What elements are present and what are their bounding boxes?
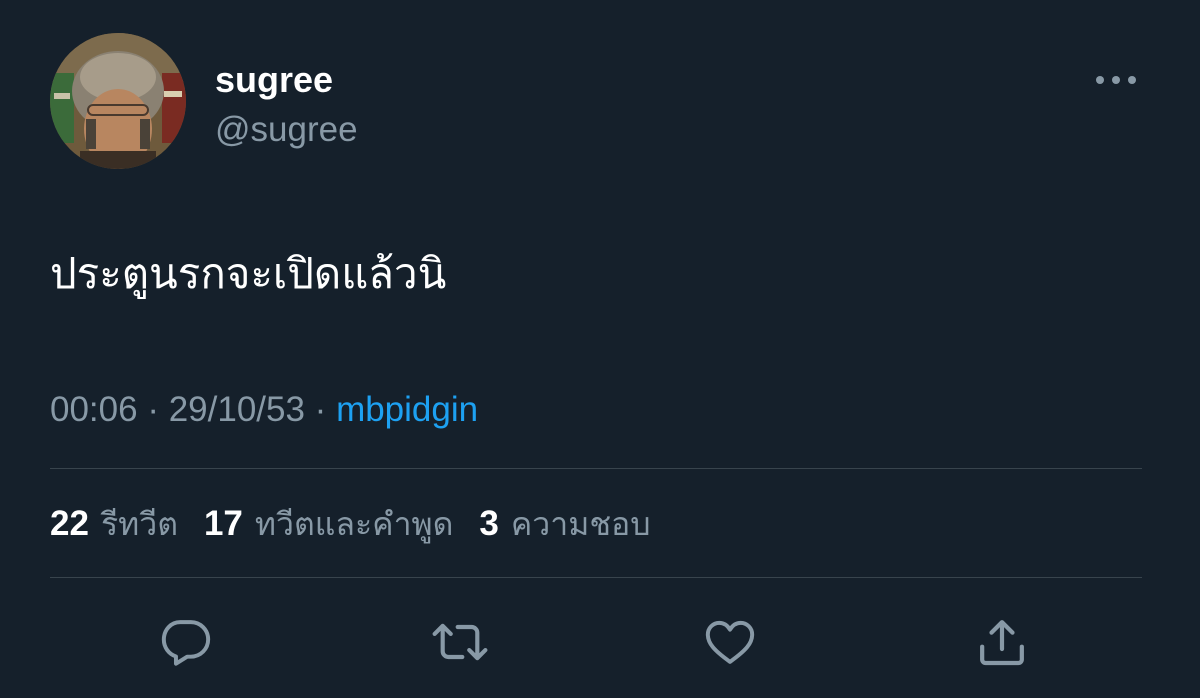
tweet-stats: 22 รีทวีต 17 ทวีตและคำพูด 3 ความชอบ — [50, 500, 651, 548]
retweets-count: 22 — [50, 504, 89, 543]
quotes-count: 17 — [203, 504, 243, 543]
like-button[interactable] — [698, 610, 762, 674]
like-icon — [705, 620, 755, 664]
likes-count: 3 — [479, 504, 499, 543]
more-button[interactable] — [1088, 62, 1144, 98]
meta-separator: · — [304, 390, 337, 429]
tweet-text: ประตูนรกจะเปิดแล้วนิ — [50, 249, 447, 298]
avatar[interactable] — [50, 33, 186, 169]
meta-separator: · — [137, 390, 169, 429]
share-button[interactable] — [970, 610, 1034, 674]
tweet-date: 29/10/53 — [168, 390, 305, 429]
tweet-meta: 00:06 · 29/10/53 · mbpidgin — [50, 386, 478, 434]
tweet-detail: sugree @sugree ประตูนรกจะเปิดแล้วนิ 00:0… — [0, 0, 1200, 698]
retweets-label: รีทวีต — [100, 505, 178, 543]
reply-icon — [161, 620, 211, 666]
avatar-image — [50, 33, 186, 169]
more-icon — [1096, 76, 1136, 84]
retweet-icon — [432, 623, 488, 661]
tweet-time: 00:06 — [50, 390, 138, 429]
share-icon — [980, 620, 1024, 666]
quotes-label: ทวีตและคำพูด — [254, 505, 454, 543]
retweet-button[interactable] — [428, 610, 492, 674]
divider — [50, 468, 1142, 469]
author-display-name[interactable]: sugree — [215, 58, 333, 102]
tweet-source-link[interactable]: mbpidgin — [336, 390, 478, 429]
reply-button[interactable] — [154, 610, 218, 674]
retweets-stat[interactable]: 22 รีทวีต — [50, 500, 178, 548]
likes-stat[interactable]: 3 ความชอบ — [479, 500, 650, 548]
likes-label: ความชอบ — [510, 505, 651, 543]
divider — [50, 577, 1142, 578]
quotes-stat[interactable]: 17 ทวีตและคำพูด — [204, 500, 453, 548]
author-handle[interactable]: @sugree — [215, 108, 358, 152]
